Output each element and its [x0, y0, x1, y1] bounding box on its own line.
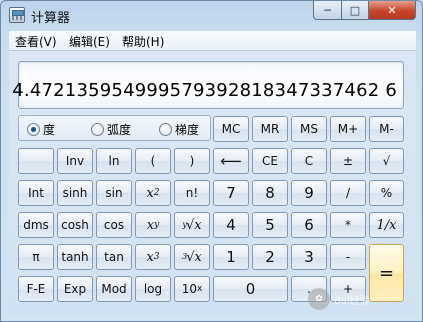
x-cubed-base: x — [146, 249, 154, 265]
x-cubed-button[interactable]: x3 — [135, 244, 171, 270]
blank-button[interactable] — [18, 148, 54, 174]
right-paren-button[interactable]: ) — [174, 148, 210, 174]
y-root-x-button[interactable]: y √x — [174, 212, 210, 238]
radio-radians-label: 弧度 — [107, 123, 132, 137]
radio-unselected-icon — [159, 123, 172, 136]
digit-6-button[interactable]: 6 — [291, 212, 327, 238]
maximize-button[interactable]: □ — [341, 1, 369, 20]
menu-edit[interactable]: 编辑(E) — [69, 33, 110, 50]
equals-button[interactable]: = — [369, 244, 404, 302]
mr-button[interactable]: MR — [252, 116, 288, 142]
divide-button[interactable]: / — [330, 180, 366, 206]
exp-button[interactable]: Exp — [57, 276, 93, 302]
pi-button[interactable]: π — [18, 244, 54, 270]
ten-power-x-button[interactable]: 10 x — [174, 276, 210, 302]
left-paren-button[interactable]: ( — [135, 148, 171, 174]
multiply-button[interactable]: * — [330, 212, 366, 238]
radio-gradians[interactable]: 梯度 — [159, 121, 199, 138]
title-bar[interactable]: 计算器 ─ □ ✕ — [1, 1, 422, 29]
cube-root-label: √x — [186, 249, 202, 265]
cos-button[interactable]: cos — [96, 212, 132, 238]
radio-radians[interactable]: 弧度 — [91, 121, 131, 138]
menu-bar: 查看(V) 编辑(E) 帮助(H) — [9, 31, 416, 51]
digit-1-button[interactable]: 1 — [213, 244, 249, 270]
x-squared-base: x — [146, 185, 154, 201]
close-button[interactable]: ✕ — [368, 1, 416, 20]
cosh-button[interactable]: cosh — [57, 212, 93, 238]
digit-5-button[interactable]: 5 — [252, 212, 288, 238]
ce-button[interactable]: CE — [252, 148, 288, 174]
digit-7-button[interactable]: 7 — [213, 180, 249, 206]
log-button[interactable]: log — [135, 276, 171, 302]
tan-button[interactable]: tan — [96, 244, 132, 270]
y-root-x-label: √x — [185, 217, 202, 233]
tanh-button[interactable]: tanh — [57, 244, 93, 270]
digit-9-button[interactable]: 9 — [291, 180, 327, 206]
reciprocal-button[interactable]: 1/x — [369, 212, 404, 238]
mod-button[interactable]: Mod — [96, 276, 132, 302]
sin-button[interactable]: sin — [96, 180, 132, 206]
digit-3-button[interactable]: 3 — [291, 244, 327, 270]
factorial-button[interactable]: n! — [174, 180, 210, 206]
radio-gradians-label: 梯度 — [175, 123, 200, 137]
digit-2-button[interactable]: 2 — [252, 244, 288, 270]
int-button[interactable]: Int — [18, 180, 54, 206]
inv-button[interactable]: Inv — [57, 148, 93, 174]
minimize-button[interactable]: ─ — [313, 1, 342, 20]
menu-help[interactable]: 帮助(H) — [122, 33, 164, 50]
window-title: 计算器 — [31, 11, 71, 26]
menu-view[interactable]: 查看(V) — [15, 33, 57, 50]
subtract-button[interactable]: - — [330, 244, 366, 270]
cube-root-button[interactable]: 3 √x — [174, 244, 210, 270]
digit-0-button[interactable]: 0 — [213, 276, 288, 302]
x-squared-button[interactable]: x2 — [135, 180, 171, 206]
sinh-button[interactable]: sinh — [57, 180, 93, 206]
radio-selected-icon — [27, 123, 40, 136]
digit-4-button[interactable]: 4 — [213, 212, 249, 238]
m-minus-button[interactable]: M- — [369, 116, 404, 142]
radio-unselected-icon — [91, 123, 104, 136]
backspace-button[interactable]: ⟵ — [213, 148, 249, 174]
decimal-point-button[interactable]: . — [291, 276, 327, 302]
x-power-y-button[interactable]: xy — [135, 212, 171, 238]
radio-degrees-label: 度 — [43, 123, 56, 137]
ln-button[interactable]: ln — [96, 148, 132, 174]
display-value: 4.472135954999579392818347337462 6 — [12, 80, 397, 101]
add-button[interactable]: + — [330, 276, 366, 302]
fe-button[interactable]: F-E — [18, 276, 54, 302]
clear-button[interactable]: C — [291, 148, 327, 174]
m-plus-button[interactable]: M+ — [330, 116, 366, 142]
calculator-app-icon — [9, 7, 25, 23]
digit-8-button[interactable]: 8 — [252, 180, 288, 206]
plus-minus-button[interactable]: ± — [330, 148, 366, 174]
sqrt-button[interactable]: √ — [369, 148, 404, 174]
ten-power-x-base: 10 — [181, 282, 197, 296]
result-display: 4.472135954999579392818347337462 6 — [12, 61, 404, 109]
mc-button[interactable]: MC — [213, 116, 249, 142]
percent-button[interactable]: % — [369, 180, 404, 206]
angle-unit-group: 度 弧度 梯度 — [18, 115, 211, 141]
radio-degrees[interactable]: 度 — [27, 121, 55, 138]
dms-button[interactable]: dms — [18, 212, 54, 238]
ms-button[interactable]: MS — [291, 116, 327, 142]
